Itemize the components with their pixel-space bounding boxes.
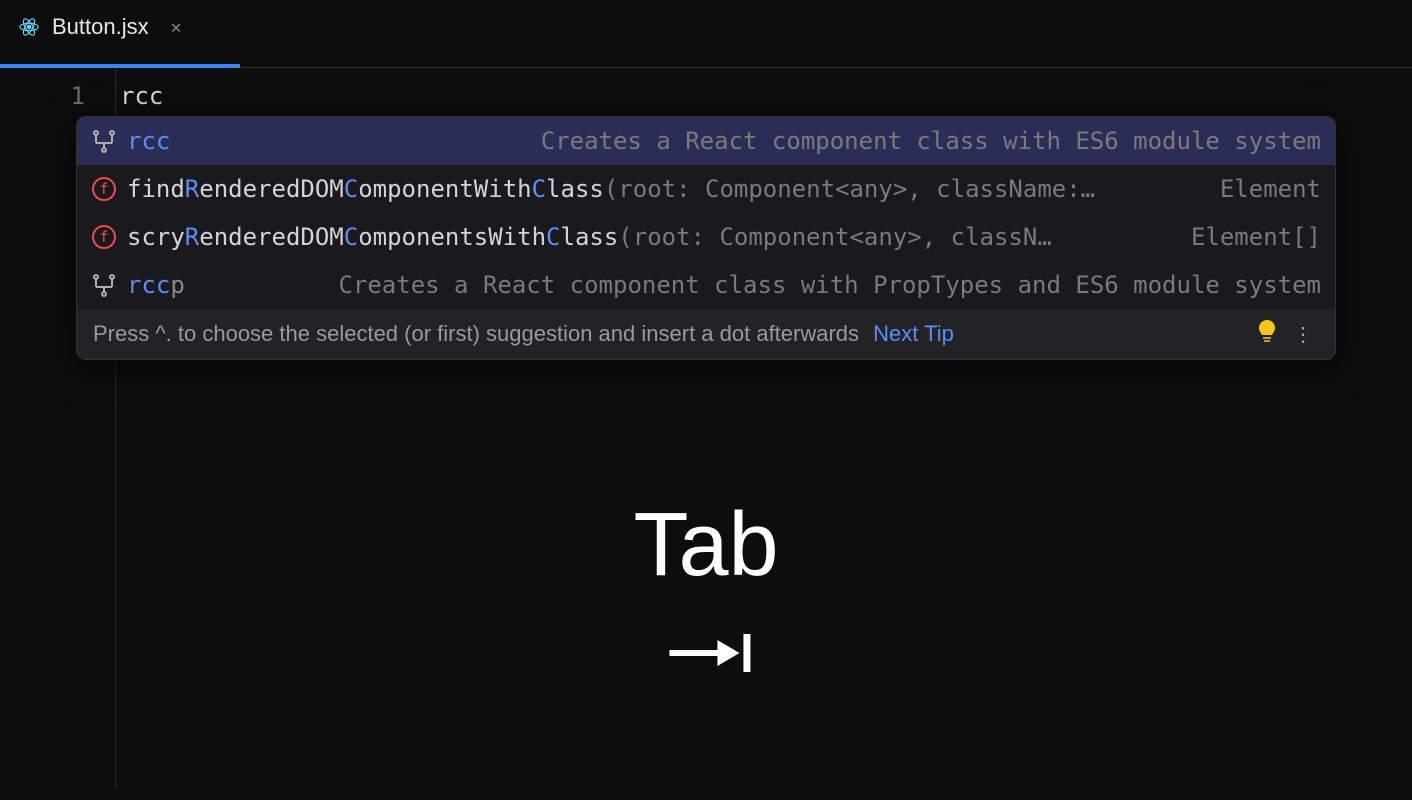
key-label: Tab — [633, 500, 778, 590]
autocomplete-footer: Press ^. to choose the selected (or firs… — [77, 309, 1335, 359]
tab-key-icon — [633, 630, 778, 676]
key-hint-overlay: Tab — [633, 500, 778, 676]
next-tip-link[interactable]: Next Tip — [873, 321, 954, 346]
snippet-icon — [91, 128, 117, 154]
snippet-icon — [91, 272, 117, 298]
suggestion-item[interactable]: f findRenderedDOMComponentWithClass(root:… — [77, 165, 1335, 213]
more-icon[interactable]: ⋮ — [1287, 322, 1319, 347]
close-icon[interactable]: ✕ — [171, 17, 182, 38]
lightbulb-icon[interactable] — [1257, 319, 1277, 349]
react-icon — [18, 16, 40, 38]
function-icon: f — [91, 224, 117, 250]
suggestion-item[interactable]: rccp Creates a React component class with… — [77, 261, 1335, 309]
tab-bar: Button.jsx ✕ — [0, 0, 1412, 54]
footer-tip-text: Press ^. to choose the selected (or firs… — [93, 321, 1247, 347]
function-icon: f — [91, 176, 117, 202]
suggestion-detail: Element[] — [1171, 221, 1321, 253]
suggestion-item[interactable]: f scryRenderedDOMComponentsWithClass(root… — [77, 213, 1335, 261]
line-number: 1 — [0, 78, 85, 114]
suggestion-label: rccp — [127, 269, 308, 301]
file-tab[interactable]: Button.jsx ✕ — [0, 0, 199, 54]
suggestion-detail: Element — [1200, 173, 1321, 205]
autocomplete-popup: rcc Creates a React component class with … — [76, 116, 1336, 360]
suggestion-label: rcc — [127, 125, 511, 157]
suggestion-detail: Creates a React component class with ES6… — [521, 125, 1321, 157]
tab-filename: Button.jsx — [52, 14, 149, 40]
editor[interactable]: 1 rcc rcc Creates a React component class… — [0, 68, 1412, 788]
code-text: rcc — [120, 78, 163, 114]
suggestion-label: findRenderedDOMComponentWithClass(root: … — [127, 173, 1190, 205]
suggestion-label: scryRenderedDOMComponentsWithClass(root:… — [127, 221, 1161, 253]
suggestion-item[interactable]: rcc Creates a React component class with … — [77, 117, 1335, 165]
suggestion-detail: Creates a React component class with Pro… — [318, 269, 1321, 301]
